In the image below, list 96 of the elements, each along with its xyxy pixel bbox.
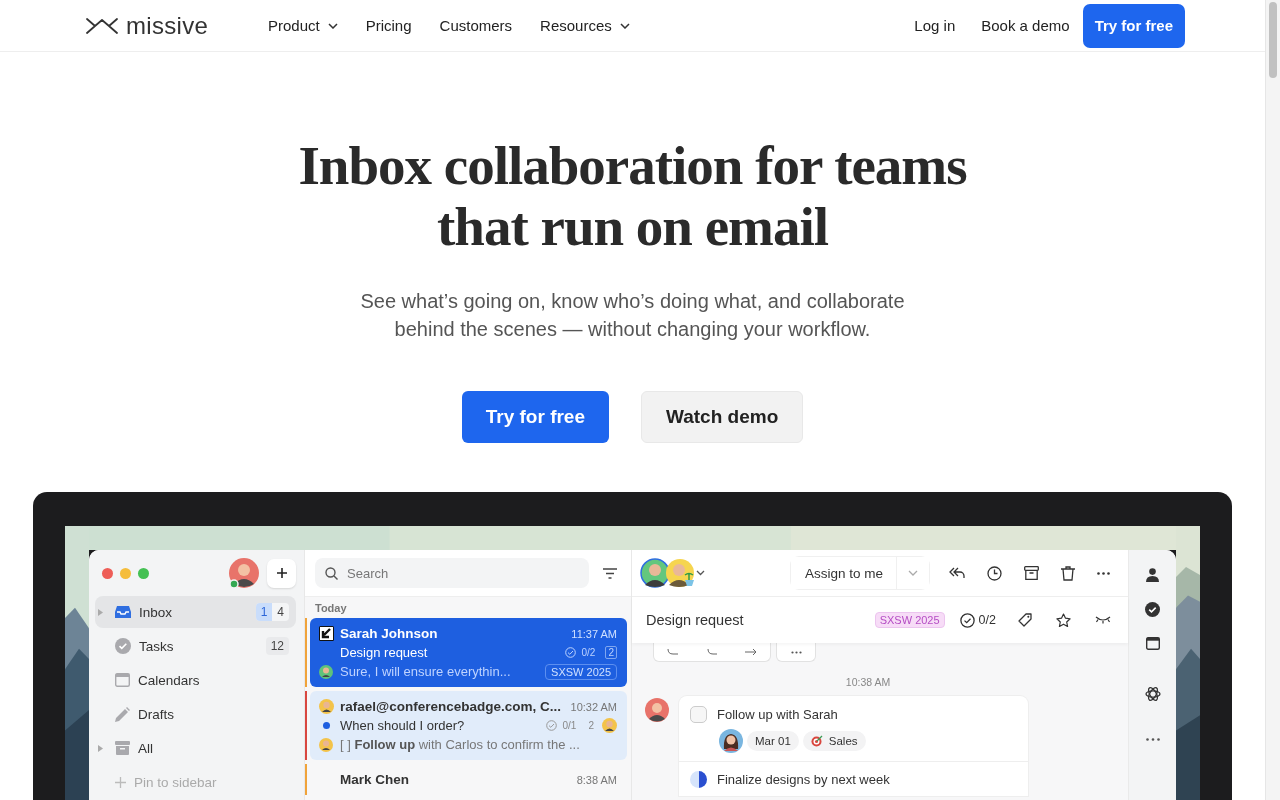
message-preview: [ ] Follow up with Carlos to confirm the ... <box>340 737 581 752</box>
close-window-dot[interactable] <box>102 567 113 579</box>
knot-icon[interactable] <box>1144 686 1161 702</box>
logo-icon[interactable] <box>86 17 118 34</box>
item-count: 1 <box>255 603 273 621</box>
maximize-window-dot[interactable] <box>138 567 149 579</box>
nav-link[interactable]: Resources <box>540 17 630 34</box>
archive-box-icon <box>115 741 130 755</box>
avatar[interactable] <box>665 558 695 588</box>
logo-text[interactable]: missive <box>126 11 209 40</box>
conversation-time: 10:32 AM <box>570 700 617 713</box>
assign-button[interactable]: Assign to me <box>790 557 897 589</box>
conversation-item[interactable]: Sarah Johnson 11:37 AM Design request 0/2 2 Sure, I will ensure everythin... SXSW 2025 <box>310 618 627 687</box>
avatar <box>645 698 669 722</box>
closed-eye-icon[interactable] <box>1095 616 1111 624</box>
conversation-time: 11:37 AM <box>571 627 617 640</box>
sender-name: Sarah Johnson <box>340 626 439 641</box>
plus-icon <box>115 776 126 788</box>
task-count: 0/2 <box>581 647 596 658</box>
conversation-item[interactable]: Mark Chen 8:38 AM <box>310 764 627 795</box>
task-checkbox[interactable] <box>690 706 707 723</box>
search-field[interactable]: Search <box>315 558 589 588</box>
conversation-item[interactable]: rafael@conferencebadge.com, C... 10:32 AM When should I order? 0/1 2 [ ] Follow up with Carlos to confirm the ... <box>310 691 627 760</box>
avatar[interactable] <box>229 558 259 588</box>
nav-link[interactable]: Log in <box>914 17 956 34</box>
message-count: 2 <box>605 646 617 659</box>
sidebar-item[interactable]: Inbox 1 4 <box>95 596 296 628</box>
sender-logo-icon <box>318 626 334 641</box>
check-circle-icon[interactable] <box>1145 602 1160 617</box>
avatar <box>318 699 334 714</box>
chevron-down-icon[interactable] <box>696 570 705 576</box>
filter-icon[interactable] <box>603 567 617 579</box>
due-date-chip[interactable]: Mar 01 <box>747 731 799 751</box>
check-circle-icon <box>545 720 557 731</box>
item-count: 12 <box>269 638 285 655</box>
conversation-subject: Design request <box>646 612 745 628</box>
team-chip[interactable]: Sales <box>802 731 866 751</box>
more-icon <box>790 650 802 654</box>
task-title: Follow up with Sarah <box>717 707 838 722</box>
calendar-icon <box>115 673 130 687</box>
trash-icon[interactable] <box>1061 565 1075 581</box>
task-title: Finalize designs by next week <box>717 772 890 787</box>
clock-icon[interactable] <box>987 565 1002 581</box>
sidebar-item[interactable]: Drafts <box>95 698 296 730</box>
item-count: 4 <box>276 604 285 621</box>
avatar[interactable] <box>719 729 743 753</box>
conversation-tag[interactable]: SXSW 2025 <box>874 612 945 628</box>
more-icon[interactable] <box>1097 571 1110 575</box>
conversation-time: 8:38 AM <box>576 773 617 786</box>
person-icon[interactable] <box>1146 568 1159 582</box>
try-free-button[interactable]: Try for free <box>1082 3 1185 48</box>
star-icon[interactable] <box>1056 613 1071 627</box>
task-count: 0/2 <box>978 613 996 627</box>
compose-button[interactable] <box>267 558 296 588</box>
message-count: 2 <box>587 720 595 731</box>
hero-title: Inbox collaboration for teams that run on email <box>297 135 968 257</box>
tag-icon[interactable] <box>1018 613 1032 627</box>
more-icon[interactable] <box>1145 738 1160 741</box>
conversation-subject: Design request <box>340 645 429 660</box>
conversation-tag: SXSW 2025 <box>545 663 617 680</box>
sidebar-item[interactable]: Calendars <box>95 664 296 696</box>
check-circle-icon <box>115 638 131 654</box>
avatar <box>319 737 333 752</box>
search-icon <box>325 567 338 580</box>
target-icon <box>810 735 823 747</box>
nav-link[interactable]: Pricing <box>365 17 412 34</box>
calendar-icon[interactable] <box>1145 637 1160 650</box>
nav-link[interactable]: Product <box>268 17 338 34</box>
plus-icon <box>275 567 288 579</box>
nav-link[interactable]: Book a demo <box>981 17 1070 34</box>
forward-icon[interactable] <box>744 649 757 655</box>
watch-demo-button[interactable]: Watch demo <box>641 391 804 443</box>
conversation-subject: When should I order? <box>340 718 466 733</box>
sidebar-item[interactable]: All <box>95 732 296 764</box>
avatar <box>319 664 333 679</box>
message-preview: Sure, I will ensure everythin... <box>340 664 512 679</box>
scrollbar[interactable] <box>1265 0 1280 800</box>
sender-name: Mark Chen <box>340 772 411 787</box>
hero-subtitle: See what’s going on, know who’s doing what, and collaborate behind the scenes — without changing your workflow. <box>359 289 906 342</box>
nav-link[interactable]: Customers <box>439 17 513 34</box>
sidebar-item[interactable]: Tasks 12 <box>95 630 296 662</box>
inbox-icon <box>115 605 131 619</box>
avatar <box>602 718 617 733</box>
avatar[interactable] <box>640 558 670 588</box>
section-label: Today <box>314 601 348 616</box>
try-free-button[interactable]: Try for free <box>461 391 609 443</box>
task-progress[interactable] <box>690 771 707 788</box>
task-count: 0/1 <box>562 720 577 731</box>
check-circle-icon <box>564 647 576 658</box>
minimize-window-dot[interactable] <box>120 567 131 579</box>
chevron-down-icon <box>908 570 918 576</box>
check-circle-icon[interactable] <box>959 612 975 628</box>
sender-name: rafael@conferencebadge.com, C... <box>340 699 562 714</box>
message-time: 10:38 AM <box>844 676 892 688</box>
archive-icon[interactable] <box>1024 566 1039 580</box>
pencil-icon <box>115 706 130 722</box>
